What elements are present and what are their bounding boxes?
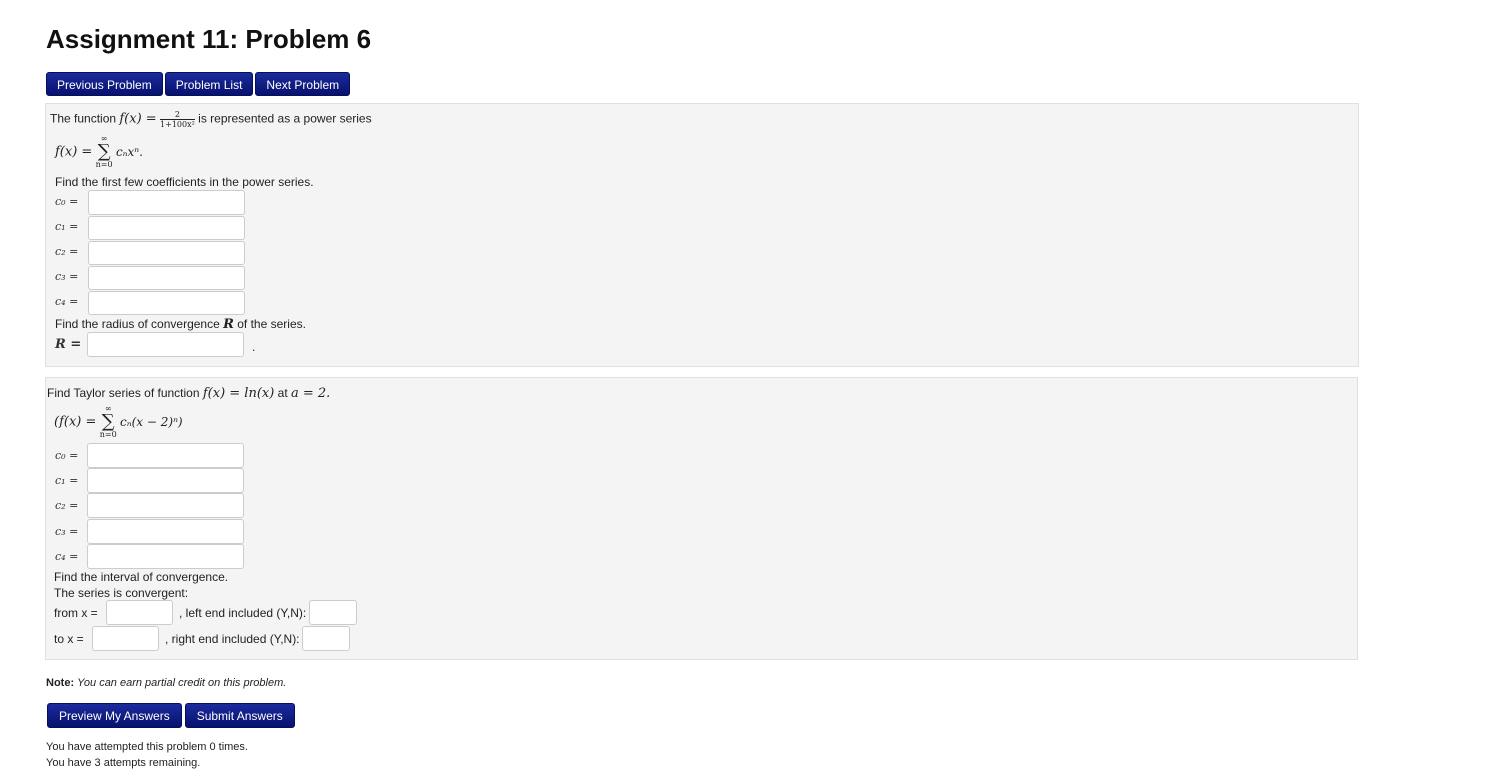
c0-label: c₀ = bbox=[55, 449, 79, 462]
intro-suffix: is represented as a power series bbox=[198, 111, 372, 126]
summation: ∞ ∑ n=0 bbox=[96, 134, 113, 170]
c4-label: c₄ = bbox=[55, 550, 79, 563]
summation: ∞ ∑ n=0 bbox=[100, 404, 117, 440]
intro-text: Find Taylor series of function bbox=[47, 386, 203, 400]
function-expression: f(x) = bbox=[119, 111, 157, 127]
part1-c1-input[interactable] bbox=[88, 216, 245, 240]
radius-prompt: Find the radius of convergence R of the … bbox=[55, 317, 306, 332]
series-rhs: cₙ(x − 2)ⁿ) bbox=[120, 415, 183, 429]
taylor-series-formula: (f(x) = ∞ ∑ n=0 cₙ(x − 2)ⁿ) bbox=[54, 404, 183, 440]
right-end-label: , right end included (Y,N): bbox=[165, 632, 300, 646]
fraction: 2 1+100x² bbox=[160, 110, 195, 129]
radius-prompt-suffix: of the series. bbox=[233, 317, 306, 331]
radius-label: R = bbox=[55, 337, 82, 352]
right-end-included-input[interactable] bbox=[302, 626, 350, 651]
radius-prompt-prefix: Find the radius of convergence bbox=[55, 317, 224, 331]
from-x-input[interactable] bbox=[106, 600, 173, 625]
at-text: at bbox=[274, 386, 291, 400]
c3-label: c₃ = bbox=[55, 270, 79, 283]
power-series-formula: f(x) = ∞ ∑ n=0 cₙxⁿ. bbox=[55, 134, 143, 170]
attempts-remaining-text: You have 3 attempts remaining. bbox=[46, 757, 201, 769]
sigma-icon: ∑ bbox=[97, 141, 111, 162]
part1-intro: The function f(x) = 2 1+100x² is represen… bbox=[50, 110, 372, 129]
from-x-label: from x = bbox=[54, 606, 98, 620]
part1-c4-input[interactable] bbox=[88, 291, 245, 315]
part2-c0-input[interactable] bbox=[87, 443, 244, 468]
problem-part-2: Find Taylor series of function f(x) = ln… bbox=[45, 377, 1358, 660]
series-lhs: f(x) = bbox=[55, 144, 93, 160]
c0-label: c₀ = bbox=[55, 195, 79, 208]
left-end-included-input[interactable] bbox=[309, 600, 357, 625]
preview-answers-button[interactable]: Preview My Answers bbox=[47, 703, 182, 728]
partial-credit-note: Note: You can earn partial credit on thi… bbox=[46, 677, 286, 689]
problem-nav: Previous Problem Problem List Next Problem bbox=[46, 72, 352, 96]
radius-period: . bbox=[252, 340, 256, 354]
find-coefficients-text: Find the first few coefficients in the p… bbox=[55, 175, 314, 189]
problem-part-1: The function f(x) = 2 1+100x² is represen… bbox=[45, 103, 1359, 367]
part2-c1-input[interactable] bbox=[87, 468, 244, 493]
part2-c4-input[interactable] bbox=[87, 544, 244, 569]
next-problem-button[interactable]: Next Problem bbox=[255, 72, 351, 96]
intro-text: The function bbox=[50, 111, 120, 126]
to-x-label: to x = bbox=[54, 632, 84, 646]
c1-label: c₁ = bbox=[55, 474, 79, 487]
c2-label: c₂ = bbox=[55, 245, 79, 258]
sum-lower-limit: n=0 bbox=[99, 430, 117, 439]
center-value: a = 2. bbox=[291, 386, 331, 401]
c2-label: c₂ = bbox=[55, 499, 79, 512]
part1-c3-input[interactable] bbox=[88, 266, 245, 290]
function-expression: f(x) = ln(x) bbox=[202, 386, 275, 401]
part1-c0-input[interactable] bbox=[88, 190, 245, 215]
to-x-input[interactable] bbox=[92, 626, 159, 651]
fraction-numerator: 2 bbox=[160, 110, 195, 120]
part2-c2-input[interactable] bbox=[87, 493, 244, 518]
interval-prompt: Find the interval of convergence. bbox=[54, 570, 229, 584]
sum-lower-limit: n=0 bbox=[95, 160, 113, 169]
page-title: Assignment 11: Problem 6 bbox=[46, 24, 372, 54]
convergent-text: The series is convergent: bbox=[54, 586, 189, 600]
note-label: Note: bbox=[46, 677, 75, 689]
part2-c3-input[interactable] bbox=[87, 519, 244, 544]
part2-intro: Find Taylor series of function f(x) = ln… bbox=[47, 386, 330, 401]
radius-symbol: R bbox=[223, 317, 234, 332]
submit-answers-button[interactable]: Submit Answers bbox=[184, 703, 295, 728]
sigma-icon: ∑ bbox=[101, 411, 115, 432]
note-text: You can earn partial credit on this prob… bbox=[77, 677, 287, 689]
radius-input[interactable] bbox=[87, 332, 244, 357]
left-end-label: , left end included (Y,N): bbox=[179, 606, 307, 620]
attempts-made-text: You have attempted this problem 0 times. bbox=[46, 741, 248, 753]
answer-actions: Preview My Answers Submit Answers bbox=[47, 703, 298, 728]
series-rhs: cₙxⁿ. bbox=[115, 145, 143, 159]
c1-label: c₁ = bbox=[55, 220, 79, 233]
c3-label: c₃ = bbox=[55, 525, 79, 538]
part1-c2-input[interactable] bbox=[88, 241, 245, 265]
problem-list-button[interactable]: Problem List bbox=[164, 72, 254, 96]
series-lhs: (f(x) = bbox=[54, 414, 97, 430]
fraction-denominator: 1+100x² bbox=[160, 120, 195, 129]
c4-label: c₄ = bbox=[55, 295, 79, 308]
previous-problem-button[interactable]: Previous Problem bbox=[46, 72, 163, 96]
